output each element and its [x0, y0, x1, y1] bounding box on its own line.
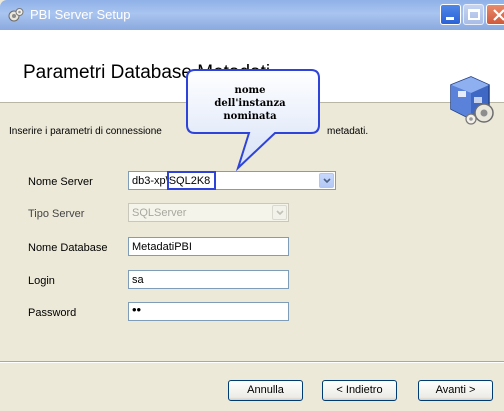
instructions-start: Inserire i parametri di connessione: [9, 126, 162, 137]
callout-line-1: nome: [234, 85, 266, 96]
callout-text: nome dell'instanza nominata: [190, 84, 310, 123]
close-icon: [493, 9, 504, 21]
database-label: Nome Database: [28, 242, 108, 254]
next-button[interactable]: Avanti >: [418, 380, 493, 401]
server-combo[interactable]: db3-xp\SQL2K8: [128, 171, 336, 190]
setup-logo-icon: [450, 76, 494, 125]
footer-divider: [0, 361, 504, 363]
setup-window: PBI Server Setup Parametri Database Meta…: [0, 0, 504, 411]
minimize-icon: [446, 17, 454, 20]
chevron-down-icon: [276, 210, 284, 216]
database-input[interactable]: MetadatiPBI: [128, 237, 289, 256]
callout-line-2: dell'instanza: [214, 98, 286, 109]
maximize-button[interactable]: [463, 4, 484, 25]
password-label: Password: [28, 307, 77, 319]
server-dropdown-button[interactable]: [319, 173, 334, 188]
title-bar[interactable]: PBI Server Setup: [0, 0, 504, 30]
window-title: PBI Server Setup: [30, 7, 131, 22]
back-button[interactable]: < Indietro: [322, 380, 397, 401]
maximize-icon: [468, 9, 480, 20]
instructions-end: metadati.: [327, 126, 369, 137]
setup-app-icon: [8, 8, 24, 22]
instructions-text: Inserire i parametri di connessione meta…: [9, 126, 368, 137]
type-label: Tipo Server: [28, 208, 85, 220]
server-label: Nome Server: [28, 176, 93, 188]
cancel-button[interactable]: Annulla: [228, 380, 303, 401]
type-combo: SQLServer: [128, 203, 289, 222]
close-button[interactable]: [486, 4, 504, 25]
type-dropdown-button: [272, 205, 287, 220]
chevron-down-icon: [323, 178, 331, 184]
instance-highlight-box: [167, 171, 216, 190]
server-value-prefix: db3-xp\: [132, 175, 169, 187]
login-label: Login: [28, 275, 55, 287]
page-title: Parametri Database Metadati: [23, 62, 271, 83]
callout-line-3: nominata: [223, 111, 277, 122]
type-value: SQLServer: [132, 207, 187, 219]
minimize-button[interactable]: [440, 4, 461, 25]
login-input[interactable]: sa: [128, 270, 289, 289]
password-input[interactable]: ••: [128, 302, 289, 321]
